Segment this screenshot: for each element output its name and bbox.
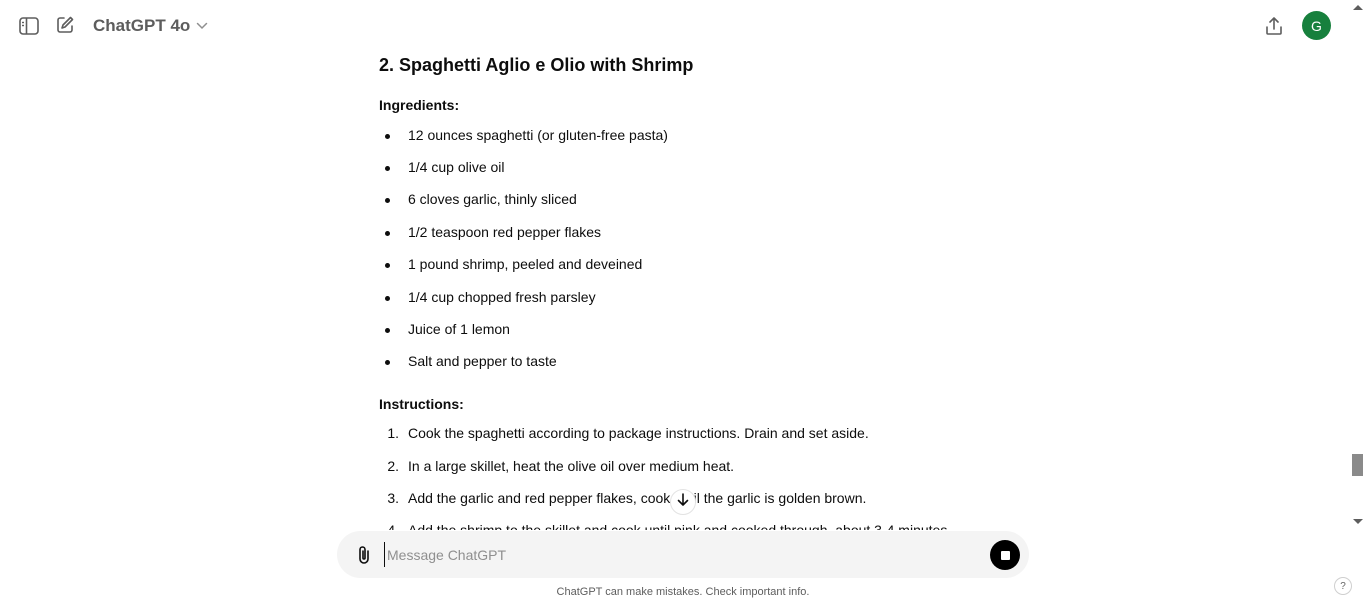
share-icon[interactable] xyxy=(1262,14,1286,38)
list-item-text: Add the shrimp to the skillet and cook u… xyxy=(408,522,952,530)
message-input[interactable] xyxy=(384,542,977,567)
list-item-text: 1/4 cup olive oil xyxy=(408,159,505,175)
paperclip-icon[interactable] xyxy=(353,543,375,567)
bullet xyxy=(385,328,390,333)
step-number: 1. xyxy=(387,425,399,441)
scroll-to-bottom-button[interactable] xyxy=(670,489,696,515)
avatar[interactable]: G xyxy=(1302,11,1331,40)
scroll-up-arrow-icon[interactable] xyxy=(1353,5,1363,10)
list-item-text: 1/2 teaspoon red pepper flakes xyxy=(408,224,602,240)
list-item-text: Juice of 1 lemon xyxy=(408,321,510,337)
scrollbar-thumb[interactable] xyxy=(1352,454,1363,476)
bullet xyxy=(385,134,390,139)
bullet xyxy=(385,296,390,301)
avatar-initial: G xyxy=(1311,17,1322,34)
recipe-heading: 2. Spaghetti Aglio e Olio with Shrimp xyxy=(379,55,694,75)
model-name: ChatGPT 4o xyxy=(93,16,191,35)
bullet xyxy=(385,198,390,203)
help-button[interactable]: ? xyxy=(1334,577,1352,595)
list-item-text: Add the garlic and red pepper flakes, co… xyxy=(408,490,867,506)
model-selector[interactable]: ChatGPT 4o xyxy=(93,14,208,38)
ingredients-label: Ingredients: xyxy=(379,97,460,113)
step-number: 3. xyxy=(387,490,399,506)
new-chat-icon[interactable] xyxy=(53,13,77,37)
list-item-text: 1/4 cup chopped fresh parsley xyxy=(408,289,596,305)
bullet xyxy=(385,231,390,236)
conversation-area: 2. Spaghetti Aglio e Olio with Shrimp In… xyxy=(0,52,1350,530)
stop-icon xyxy=(1000,550,1010,560)
step-number: 2. xyxy=(387,458,399,474)
bullet xyxy=(385,263,390,268)
bullet xyxy=(385,360,390,365)
instructions-label: Instructions: xyxy=(379,396,464,412)
stop-button[interactable] xyxy=(990,540,1020,570)
help-icon: ? xyxy=(1340,580,1346,592)
step-number: 4. xyxy=(387,522,399,530)
scrollbar[interactable] xyxy=(1350,0,1366,530)
list-item-text: Cook the spaghetti according to package … xyxy=(408,425,869,441)
list-item-text: 6 cloves garlic, thinly sliced xyxy=(408,191,577,207)
bullet xyxy=(385,166,390,171)
top-bar: ChatGPT 4o G xyxy=(0,0,1366,52)
sidebar-toggle-icon[interactable] xyxy=(17,14,41,38)
list-item-text: In a large skillet, heat the olive oil o… xyxy=(408,458,735,474)
scroll-down-arrow-icon[interactable] xyxy=(1353,519,1363,524)
arrow-down-icon xyxy=(677,492,689,512)
list-item-text: Salt and pepper to taste xyxy=(408,353,557,369)
message-composer xyxy=(337,531,1029,578)
chevron-down-icon xyxy=(196,17,208,35)
list-item-text: 12 ounces spaghetti (or gluten-free past… xyxy=(408,127,668,143)
disclaimer: ChatGPT can make mistakes. Check importa… xyxy=(556,586,810,598)
list-item-text: 1 pound shrimp, peeled and deveined xyxy=(408,256,643,272)
